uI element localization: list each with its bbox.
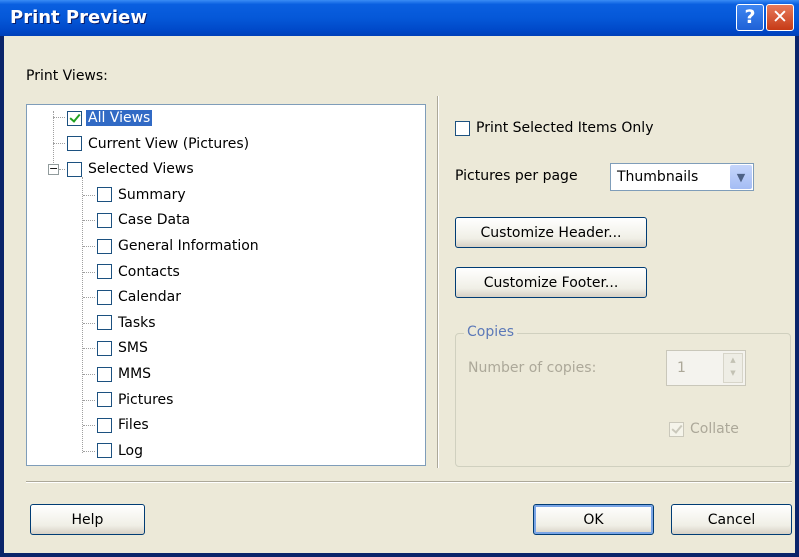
tree-connector — [83, 220, 95, 222]
tree-node-sms[interactable]: SMS — [97, 338, 150, 358]
window-title: Print Preview — [10, 7, 147, 28]
tree-node-calendar[interactable]: Calendar — [97, 287, 183, 307]
tree-node-label: Selected Views — [88, 161, 194, 178]
copies-legend: Copies — [464, 324, 518, 340]
print-views-tree[interactable]: All Views Current View (Pictures) Selected… — [26, 104, 426, 466]
help-title-button[interactable]: ? — [736, 4, 764, 31]
print-selected-only-box[interactable] — [455, 120, 470, 136]
collapse-icon[interactable]: − — [48, 163, 59, 176]
tree-node-label: Log — [118, 442, 144, 459]
tree-connector — [59, 169, 65, 171]
print-selected-only-checkbox[interactable]: Print Selected Items Only — [455, 120, 653, 136]
tree-checkbox[interactable] — [67, 161, 82, 177]
tree-connector — [53, 143, 65, 144]
vertical-separator — [437, 96, 439, 468]
tree-node-label: All Views — [86, 110, 153, 126]
chevron-down-icon[interactable]: ▼ — [730, 165, 752, 189]
print-preview-window: Print Preview ? ✕ Print Views: All Views… — [0, 0, 799, 557]
print-views-label: Print Views: — [26, 68, 108, 84]
tree-checkbox[interactable] — [67, 110, 82, 126]
tree-node-label: Tasks — [118, 314, 156, 331]
tree-checkbox[interactable] — [97, 443, 112, 459]
number-of-copies-value: 1 — [677, 360, 686, 376]
tree-node-label: Pictures — [118, 391, 174, 408]
tree-node-tasks[interactable]: Tasks — [97, 313, 158, 333]
tree-connector — [83, 194, 95, 196]
tree-node-files[interactable]: Files — [97, 415, 151, 435]
tree-node-label: Calendar — [118, 289, 181, 306]
customize-header-button[interactable]: Customize Header... — [455, 217, 647, 248]
tree-connector — [83, 399, 95, 401]
tree-connector — [83, 374, 95, 375]
number-of-copies-spinner[interactable]: 1 ▲ ▼ — [666, 350, 746, 386]
tree-node-label: MMS — [118, 366, 152, 382]
tree-checkbox[interactable] — [67, 136, 82, 152]
pictures-per-page-select[interactable]: Thumbnails ▼ — [610, 163, 754, 191]
tree-node-log[interactable]: Log — [97, 441, 145, 461]
tree-connector — [83, 425, 95, 427]
tree-node-summary[interactable]: Summary — [97, 185, 188, 205]
tree-node-all-views[interactable]: All Views — [67, 108, 153, 128]
close-icon[interactable]: ✕ — [766, 4, 794, 31]
tree-node-label: Contacts — [118, 263, 180, 280]
tree-node-selected-views[interactable]: Selected Views — [67, 159, 196, 179]
tree-checkbox[interactable] — [97, 289, 112, 305]
tree-checkbox[interactable] — [97, 392, 112, 408]
tree-checkbox[interactable] — [97, 315, 112, 331]
tree-checkbox[interactable] — [97, 187, 112, 203]
tree-node-mms[interactable]: MMS — [97, 364, 153, 384]
tree-checkbox[interactable] — [97, 212, 112, 228]
tree-checkbox[interactable] — [97, 417, 112, 433]
tree-node-case-data[interactable]: Case Data — [97, 210, 192, 230]
tree-node-label: Current View (Pictures) — [88, 135, 250, 152]
help-button[interactable]: Help — [30, 504, 145, 535]
print-selected-only-label: Print Selected Items Only — [476, 120, 654, 136]
cancel-button[interactable]: Cancel — [671, 504, 792, 535]
collate-checkbox[interactable]: Collate — [669, 421, 739, 437]
tree-connector — [83, 450, 95, 452]
tree-node-label: General Information — [118, 238, 259, 254]
number-of-copies-label: Number of copies: — [468, 360, 597, 376]
ok-button[interactable]: OK — [533, 504, 654, 535]
tree-node-label: SMS — [118, 340, 148, 357]
tree-node-label: Summary — [118, 186, 186, 203]
tree-connector — [83, 246, 95, 247]
pictures-per-page-value: Thumbnails — [617, 169, 699, 185]
title-bar[interactable]: Print Preview ? ✕ — [0, 0, 799, 36]
tree-connector — [82, 177, 83, 453]
tree-node-label: Files — [118, 417, 149, 434]
customize-footer-button[interactable]: Customize Footer... — [455, 267, 647, 298]
tree-node-current-view-pictures[interactable]: Current View (Pictures) — [67, 134, 251, 154]
collate-label: Collate — [690, 421, 739, 437]
pictures-per-page-label: Pictures per page — [455, 168, 578, 184]
tree-node-pictures[interactable]: Pictures — [97, 390, 175, 410]
tree-connector — [83, 271, 95, 273]
tree-node-label: Case Data — [118, 212, 191, 229]
tree-checkbox[interactable] — [97, 340, 112, 356]
tree-connector — [83, 297, 95, 299]
horizontal-separator — [26, 481, 792, 483]
tree-node-general-information[interactable]: General Information — [97, 236, 261, 256]
tree-connector — [53, 111, 54, 163]
tree-checkbox[interactable] — [97, 366, 112, 382]
tree-checkbox[interactable] — [97, 238, 112, 254]
tree-node-contacts[interactable]: Contacts — [97, 262, 182, 282]
tree-connector — [53, 117, 65, 118]
tree-checkbox[interactable] — [97, 264, 112, 280]
spinner-arrows-icon[interactable]: ▲ ▼ — [723, 353, 743, 383]
tree-connector — [83, 348, 95, 350]
collate-box[interactable] — [669, 421, 684, 437]
tree-connector — [83, 322, 95, 324]
